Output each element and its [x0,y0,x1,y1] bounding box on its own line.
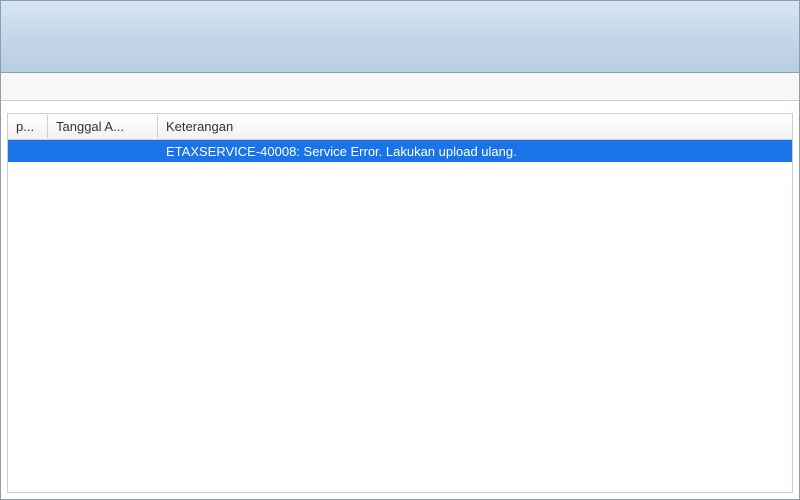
app-window: p... Tanggal A... Keterangan ETAXSERVICE… [0,0,800,500]
column-header-tanggal[interactable]: Tanggal A... [48,115,158,138]
data-table: p... Tanggal A... Keterangan ETAXSERVICE… [7,113,793,493]
column-header-keterangan[interactable]: Keterangan [158,115,792,138]
toolbar [1,73,799,101]
table-row[interactable]: ETAXSERVICE-40008: Service Error. Lakuka… [8,140,792,162]
cell-col0 [8,149,48,153]
column-header-truncated[interactable]: p... [8,115,48,138]
cell-keterangan: ETAXSERVICE-40008: Service Error. Lakuka… [158,142,792,161]
table-body: ETAXSERVICE-40008: Service Error. Lakuka… [8,140,792,162]
content-area: p... Tanggal A... Keterangan ETAXSERVICE… [1,101,799,499]
window-titlebar[interactable] [1,1,799,73]
table-header: p... Tanggal A... Keterangan [8,114,792,140]
cell-tanggal [48,149,158,153]
